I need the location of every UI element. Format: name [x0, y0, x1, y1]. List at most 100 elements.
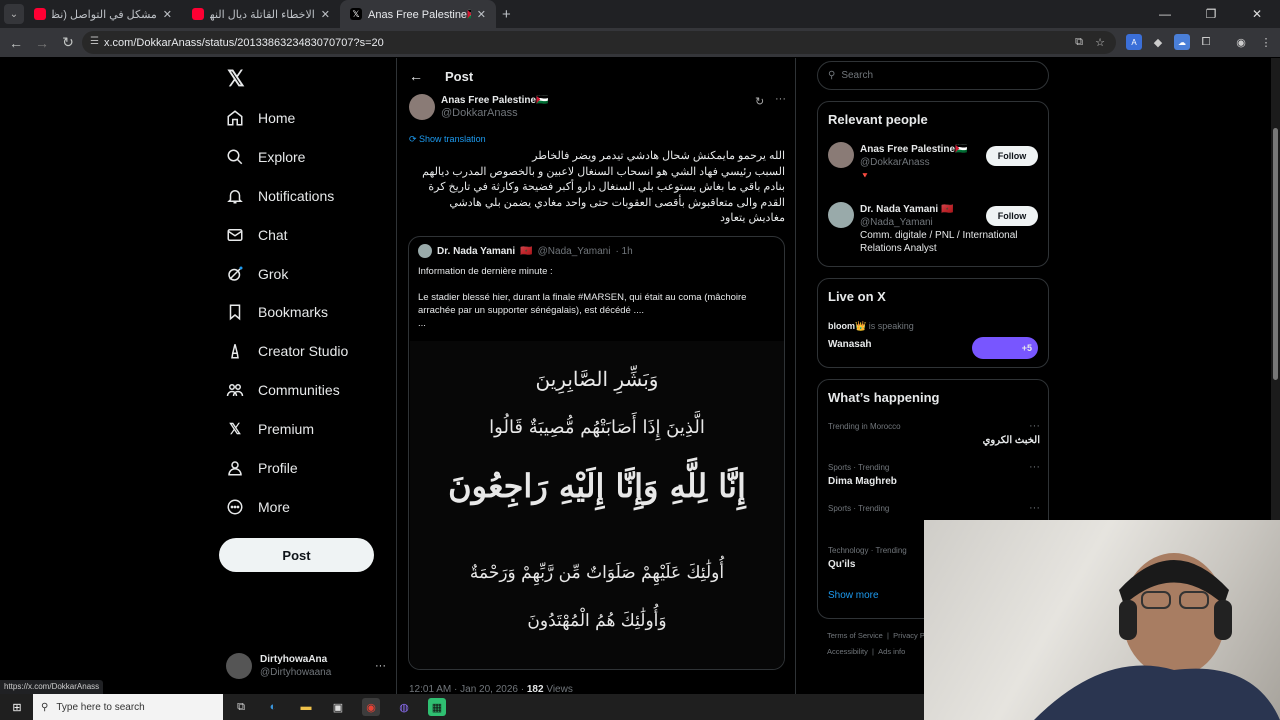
window-controls: — ❐ ✕ — [1142, 0, 1280, 28]
chrome-icon[interactable]: ◉ — [362, 698, 380, 716]
nav-creator-studio[interactable]: Creator Studio — [226, 339, 348, 363]
post-author[interactable]: Anas Free Palestine🇵🇸 @DokkarAnass — [409, 94, 549, 120]
post-button[interactable]: Post — [219, 538, 374, 572]
store-icon[interactable]: ▣ — [329, 698, 347, 716]
close-tab-icon[interactable]: ✕ — [163, 8, 172, 21]
show-translation-link[interactable]: ⟳ Show translation — [409, 134, 486, 145]
trend-item[interactable]: Sports · Trending ··· Dima Maghreb — [828, 461, 1040, 487]
install-app-icon[interactable]: ⧉ — [1071, 34, 1087, 50]
person-name[interactable]: Dr. Nada Yamani 🇲🇦 — [860, 204, 953, 215]
nav-explore[interactable]: Explore — [226, 145, 305, 169]
x-logo-icon[interactable]: 𝕏 — [227, 66, 245, 92]
nav-premium[interactable]: 𝕏 Premium — [226, 417, 314, 441]
extension-cloud-icon[interactable]: ☁ — [1174, 34, 1190, 50]
browser-tab-active[interactable]: 𝕏 Anas Free Palestine🇵🇸 on X: "الله... ✕ — [340, 0, 496, 28]
nav-profile[interactable]: Profile — [226, 456, 298, 480]
trend-more-icon[interactable]: ··· — [1029, 420, 1040, 432]
profile-account-icon[interactable]: ◉ — [1233, 34, 1249, 50]
nav-more[interactable]: More — [226, 495, 290, 519]
person-bio: Comm. digitale / PNL / International Rel… — [860, 230, 1018, 254]
quote-header: Dr. Nada Yamani 🇲🇦 @Nada_Yamani · 1h — [418, 244, 633, 258]
tab-title: الاخطاء القاتلة ديال النهائي! واش... — [210, 8, 315, 21]
new-tab-button[interactable]: + — [502, 6, 511, 23]
footer-link[interactable]: Terms of Service — [827, 631, 883, 640]
nav-home[interactable]: Home — [226, 106, 295, 130]
author-handle[interactable]: @DokkarAnass — [441, 107, 549, 120]
nav-grok[interactable]: Grok — [226, 262, 288, 286]
discord-icon[interactable]: ◍ — [395, 698, 413, 716]
trend-more-icon[interactable]: ··· — [1029, 502, 1040, 514]
file-explorer-icon[interactable]: ▬ — [297, 698, 315, 716]
status-bar-url: https://x.com/DokkarAnass — [0, 680, 104, 694]
footer-link[interactable]: Ads info — [878, 647, 905, 656]
site-info-icon[interactable]: ☰ — [90, 36, 99, 47]
bookmark-star-icon[interactable]: ☆ — [1092, 34, 1108, 50]
bookmark-icon — [226, 303, 244, 321]
minimize-icon[interactable]: — — [1142, 0, 1188, 28]
tab-title: Anas Free Palestine🇵🇸 on X: "الله... — [368, 8, 471, 21]
close-window-icon[interactable]: ✕ — [1234, 0, 1280, 28]
footer-link[interactable]: Privacy P — [893, 631, 925, 640]
webcam-person-image — [1034, 553, 1280, 720]
nav-chat[interactable]: Chat — [226, 223, 288, 247]
author-name[interactable]: Anas Free Palestine🇵🇸 — [441, 94, 549, 107]
footer-link[interactable]: Accessibility — [827, 647, 868, 656]
edge-icon[interactable]: ◐ — [264, 698, 282, 716]
windows-taskbar: ⊞ ⚲ Type here to search ⧉ ◐ ▬ ▣ ◉ ◍ ▦ — [0, 694, 924, 720]
avatar[interactable] — [828, 142, 854, 168]
account-handle: @Dirtyhowaana — [260, 667, 332, 678]
address-toolbar: ← → ↻ ☰ x.com/DokkarAnass/status/2013386… — [0, 28, 1280, 57]
windows-start-icon[interactable]: ⊞ — [8, 698, 26, 716]
nav-bookmarks[interactable]: Bookmarks — [226, 300, 328, 324]
nav-communities[interactable]: Communities — [226, 378, 340, 402]
taskbar-search-input[interactable]: ⚲ Type here to search — [33, 694, 223, 720]
person-name[interactable]: Anas Free Palestine🇵🇸 — [860, 144, 968, 155]
tab-title: مشكل في التواصل (نظرية البراكَ... — [52, 8, 157, 21]
tab-search-button[interactable]: ⌄ — [4, 4, 24, 24]
task-view-icon[interactable]: ⧉ — [232, 698, 250, 716]
follow-button[interactable]: Follow — [986, 206, 1038, 226]
back-icon[interactable]: ← — [4, 31, 28, 55]
browser-tab-2[interactable]: الاخطاء القاتلة ديال النهائي! واش... ✕ — [182, 0, 340, 28]
app-icon[interactable]: ▦ — [428, 698, 446, 716]
follow-button[interactable]: Follow — [986, 146, 1038, 166]
quote-text: Information de dernière minute : Le stad… — [418, 266, 747, 329]
close-tab-icon[interactable]: ✕ — [477, 8, 486, 21]
search-input[interactable]: ⚲ Search — [817, 61, 1049, 90]
calligraphy-line: إِنَّا لِلَّهِ وَإِنَّا إِلَيْهِ رَاجِعُ… — [448, 467, 746, 505]
panel-title: Relevant people — [828, 112, 928, 127]
panel-title: What’s happening — [828, 390, 940, 405]
calligraphy-line: أُولَٰئِكَ عَلَيْهِمْ صَلَوَاتٌ مِّن رَّ… — [469, 563, 725, 583]
account-switcher[interactable]: DirtyhowaAna @Dirtyhowaana ··· — [226, 648, 386, 684]
nav-notifications[interactable]: Notifications — [226, 184, 334, 208]
quoted-post[interactable]: Dr. Nada Yamani 🇲🇦 @Nada_Yamani · 1h Inf… — [408, 236, 785, 670]
calligraphy-line: الَّذِينَ إِذَا أَصَابَتْهُم مُّصِيبَةٌ … — [489, 417, 705, 438]
trend-item[interactable]: Sports · Trending ··· — [828, 502, 1040, 517]
extensions-puzzle-icon[interactable]: ⧠ — [1198, 34, 1214, 50]
reload-icon[interactable]: ↻ — [56, 31, 80, 55]
translate-extension-icon[interactable]: A — [1126, 34, 1142, 50]
back-arrow-icon[interactable]: ← — [409, 68, 423, 84]
browser-menu-icon[interactable]: ⋮ — [1258, 34, 1274, 50]
trend-item[interactable]: Trending in Morocco ··· الخبث الكروي — [828, 420, 1040, 446]
post-header: ← Post — [409, 68, 473, 84]
person-bio: 🔻 — [860, 171, 870, 180]
browser-tab-1[interactable]: مشكل في التواصل (نظرية البراكَ... ✕ — [24, 0, 182, 28]
profile-icon — [226, 459, 244, 477]
avatar[interactable] — [828, 202, 854, 228]
more-circle-icon — [226, 498, 244, 516]
account-more-icon[interactable]: ··· — [375, 660, 386, 672]
show-more-link[interactable]: Show more — [828, 590, 879, 601]
quote-image[interactable]: وَبَشِّرِ الصَّابِرِينَ الَّذِينَ إِذَا … — [410, 341, 784, 669]
trend-more-icon[interactable]: ··· — [1029, 461, 1040, 473]
scrollbar-thumb[interactable] — [1273, 128, 1278, 380]
forward-icon[interactable]: → — [30, 31, 54, 55]
extension-diamond-icon[interactable]: ◆ — [1150, 34, 1166, 50]
footer-links: Terms of Service | Privacy P Accessibili… — [827, 631, 925, 656]
restore-icon[interactable]: ❐ — [1188, 0, 1234, 28]
grok-action-icon[interactable]: ↻ — [755, 95, 764, 108]
close-tab-icon[interactable]: ✕ — [321, 8, 330, 21]
url-bar[interactable]: ☰ x.com/DokkarAnass/status/2013386323483… — [82, 31, 1116, 54]
live-panel[interactable]: Live on X bloom👑 is speaking Wanasah +5 — [817, 278, 1049, 368]
more-options-icon[interactable]: ··· — [775, 93, 786, 105]
